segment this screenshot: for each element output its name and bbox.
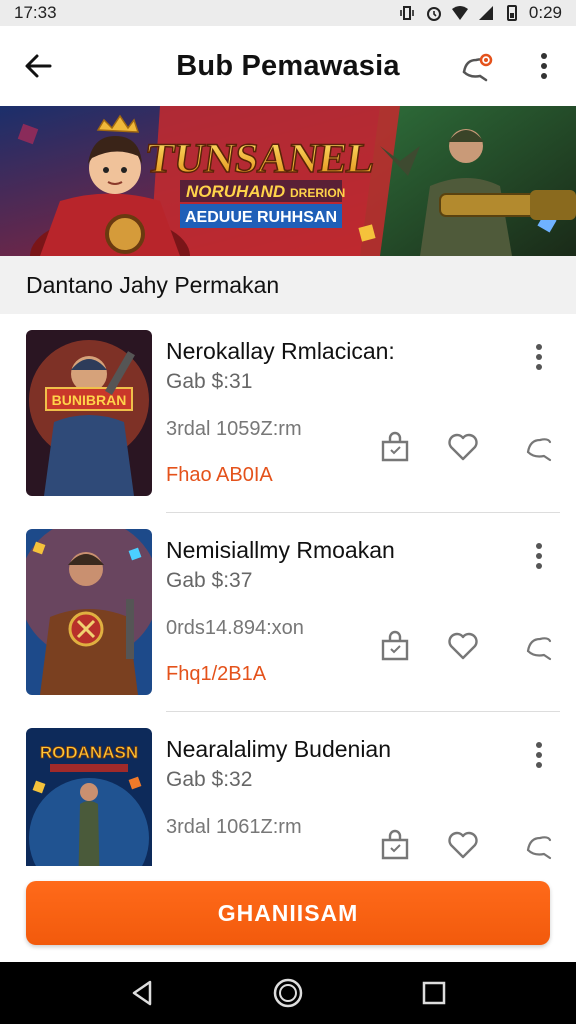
- system-nav-bar: [0, 962, 576, 1024]
- game-meta: 3rdal 1061Z:rm: [166, 816, 302, 838]
- game-offer: Fhao AB0IA: [166, 464, 273, 486]
- banner-line1-b: DRERION: [290, 186, 345, 200]
- game-name: Nearalalimy Budenian: [166, 736, 392, 762]
- thumbnail-text: BUNIBRAN: [52, 392, 127, 408]
- banner-title: TUNSANEL: [143, 135, 378, 182]
- signal-icon: [478, 6, 493, 20]
- game-thumbnail[interactable]: [26, 529, 152, 695]
- cart-icon[interactable]: [378, 828, 412, 862]
- game-list: BUNIBRAN Nerokallay Rmlacican: Gab $:31 …: [0, 314, 576, 866]
- battery-icon: [506, 5, 517, 21]
- game-price: Gab $:32: [166, 768, 253, 791]
- alarm-icon: [426, 7, 441, 21]
- game-name: Nerokallay Rmlacican:: [166, 338, 395, 364]
- banner-art: TUNSANEL NORUHAND DRERION AEDUUE RUHHSAN: [0, 106, 576, 256]
- game-name: Nemisiallmy Rmoakan: [166, 537, 395, 563]
- section-header: Dantano Jahy Permakan: [0, 256, 576, 314]
- game-offer: Fhq1/2B1A: [166, 663, 267, 685]
- game-price: Gab $:37: [166, 569, 253, 592]
- section-title: Dantano Jahy Permakan: [26, 271, 280, 298]
- heart-icon[interactable]: [446, 430, 480, 464]
- vibrate-icon: [400, 6, 414, 20]
- game-meta: 0rds14.894:xon: [166, 617, 304, 639]
- wifi-icon: [451, 6, 468, 20]
- list-item[interactable]: RODANASN Nearalalimy Budenian Gab $:32 3…: [0, 712, 576, 866]
- item-more-icon[interactable]: [526, 340, 552, 374]
- share-icon[interactable]: [456, 48, 496, 88]
- game-thumbnail[interactable]: BUNIBRAN: [26, 330, 152, 496]
- nav-home-icon[interactable]: [272, 977, 304, 1009]
- status-battery-time: 0:29: [528, 3, 562, 22]
- item-more-icon[interactable]: [526, 539, 552, 573]
- item-more-icon[interactable]: [526, 738, 552, 772]
- cart-icon[interactable]: [378, 629, 412, 663]
- primary-action-button[interactable]: GHANIISAM: [26, 881, 550, 945]
- banner-line1-a: NORUHAND: [186, 182, 285, 201]
- game-price: Gab $:31: [166, 370, 253, 393]
- thumbnail-art: [26, 529, 152, 695]
- share-icon[interactable]: [522, 629, 556, 663]
- game-thumbnail[interactable]: RODANASN: [26, 728, 152, 866]
- status-icons: 0:29: [399, 3, 562, 23]
- thumbnail-art: RODANASN: [26, 728, 152, 866]
- list-item[interactable]: BUNIBRAN Nerokallay Rmlacican: Gab $:31 …: [0, 314, 576, 513]
- cart-icon[interactable]: [378, 430, 412, 464]
- status-time: 17:33: [14, 3, 57, 22]
- heart-icon[interactable]: [446, 629, 480, 663]
- status-bar: 17:33 0:29: [0, 0, 576, 26]
- game-meta: 3rdal 1059Z:rm: [166, 418, 302, 440]
- heart-icon[interactable]: [446, 828, 480, 862]
- app-bar: Bub Pemawasia: [0, 26, 576, 106]
- promo-banner[interactable]: TUNSANEL NORUHAND DRERION AEDUUE RUHHSAN: [0, 106, 576, 256]
- nav-back-icon[interactable]: [126, 977, 158, 1009]
- share-icon[interactable]: [522, 828, 556, 862]
- thumbnail-text: RODANASN: [40, 743, 138, 762]
- list-item[interactable]: Nemisiallmy Rmoakan Gab $:37 0rds14.894:…: [0, 513, 576, 712]
- share-icon[interactable]: [522, 430, 556, 464]
- more-vert-icon[interactable]: [528, 48, 560, 84]
- cta-area: GHANIISAM: [0, 866, 576, 962]
- nav-recents-icon[interactable]: [418, 977, 450, 1009]
- banner-line2: AEDUUE RUHHSAN: [185, 209, 337, 226]
- thumbnail-art: BUNIBRAN: [26, 330, 152, 496]
